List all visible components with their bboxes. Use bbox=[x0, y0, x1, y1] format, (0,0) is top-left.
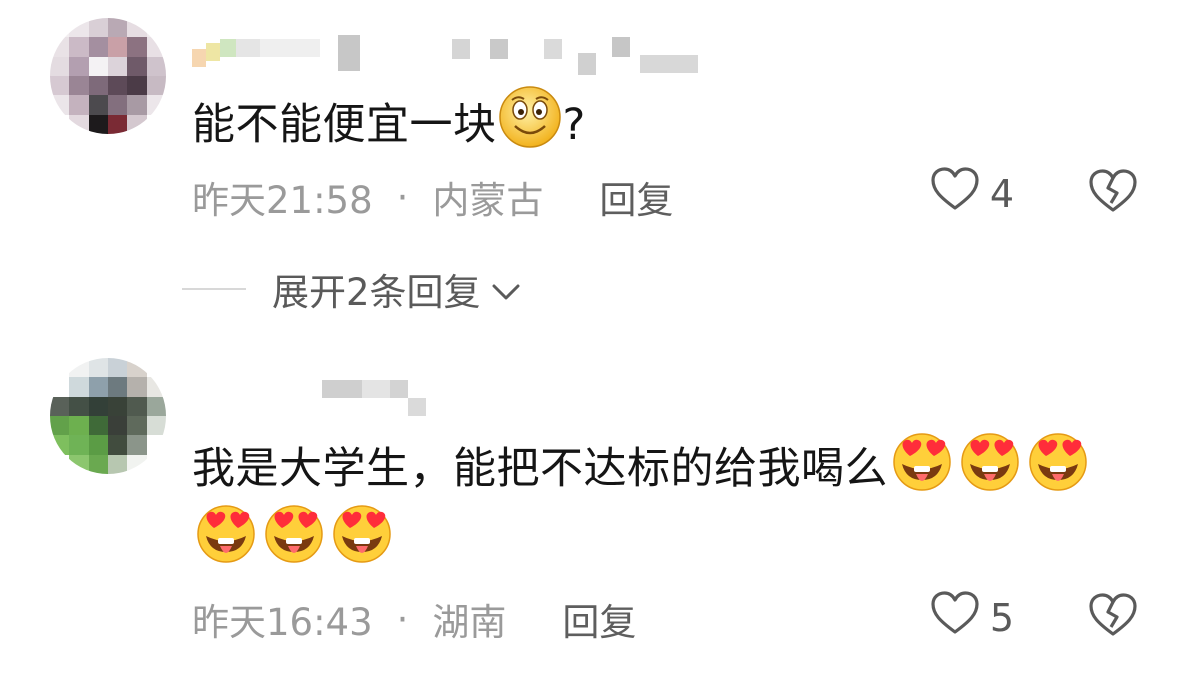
comment-time: 昨天16:43 bbox=[192, 601, 373, 644]
meta-separator: · bbox=[396, 175, 409, 219]
like-count: 4 bbox=[989, 171, 1014, 216]
comment-meta: 昨天21:58 · 内蒙古 回复 bbox=[192, 170, 673, 224]
comment-text-continued bbox=[192, 502, 396, 585]
reply-button[interactable]: 回复 bbox=[599, 170, 673, 224]
chevron-down-icon bbox=[491, 268, 521, 311]
heart-eyes-tongue-emoji bbox=[328, 502, 396, 585]
like-count: 5 bbox=[989, 595, 1014, 640]
comment-location: 内蒙古 bbox=[432, 179, 544, 222]
heart-eyes-tongue-emoji bbox=[888, 430, 956, 513]
heart-outline-icon bbox=[930, 590, 990, 645]
heart-eyes-tongue-emoji bbox=[956, 430, 1024, 513]
broken-heart-icon bbox=[1088, 169, 1138, 218]
smile-emoji bbox=[497, 84, 563, 171]
username-redacted[interactable] bbox=[192, 380, 426, 420]
comment-location: 湖南 bbox=[432, 601, 507, 644]
comment-punctuation: ? bbox=[562, 100, 586, 150]
avatar[interactable] bbox=[50, 18, 166, 134]
comment-body: 能不能便宜一块 bbox=[192, 100, 497, 150]
comment-body: 我是大学生，能把不达标的给我喝么 bbox=[192, 444, 888, 494]
comment-meta: 昨天16:43 · 湖南 回复 bbox=[192, 592, 636, 646]
heart-eyes-tongue-emoji bbox=[1024, 430, 1092, 513]
expand-replies[interactable]: 展开2条回复 bbox=[182, 262, 521, 316]
expand-replies-label: 展开2条回复 bbox=[272, 271, 481, 314]
heart-eyes-tongue-emoji bbox=[192, 502, 260, 585]
comment-text: 能不能便宜一块 ? bbox=[192, 84, 586, 171]
like-button[interactable]: 5 bbox=[930, 590, 1014, 645]
divider-line bbox=[182, 288, 246, 290]
dislike-button[interactable] bbox=[1088, 168, 1138, 218]
meta-separator: · bbox=[396, 597, 409, 641]
broken-heart-icon bbox=[1088, 593, 1138, 642]
dislike-button[interactable] bbox=[1088, 592, 1138, 642]
heart-outline-icon bbox=[930, 166, 990, 221]
reply-button[interactable]: 回复 bbox=[562, 592, 636, 646]
heart-eyes-tongue-emoji bbox=[260, 502, 328, 585]
username-redacted[interactable] bbox=[192, 35, 698, 75]
avatar[interactable] bbox=[50, 358, 166, 474]
like-button[interactable]: 4 bbox=[930, 166, 1014, 221]
comment-time: 昨天21:58 bbox=[192, 179, 373, 222]
comment-text: 我是大学生，能把不达标的给我喝么 bbox=[192, 430, 1092, 513]
